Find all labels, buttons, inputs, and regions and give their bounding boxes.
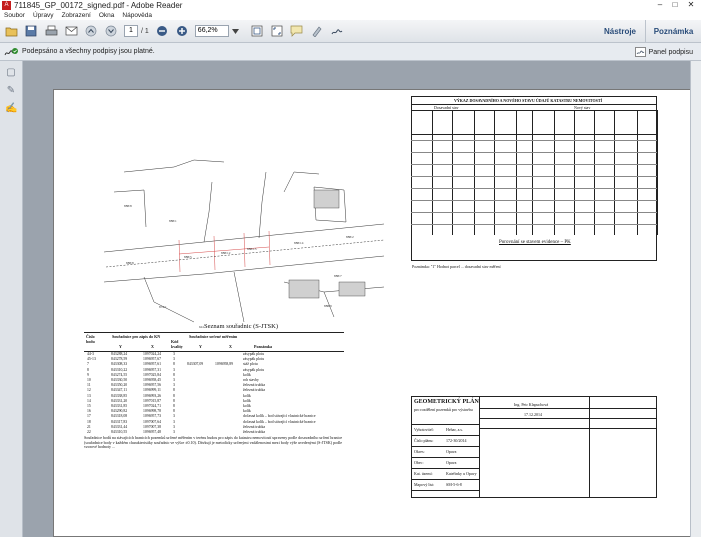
gp-subtitle: pro rozdělení pozemků pro výstavbu [414,407,473,412]
svg-text:888/2: 888/2 [346,235,354,239]
comments-tab[interactable]: Poznámka [645,20,701,43]
svg-text:888/1: 888/1 [169,219,177,223]
coordinate-footnote: Souřadnice bodů na stávajících hranicích… [84,435,343,450]
gp-stamp-name: Ing. Petr Klapuchová [514,402,549,407]
highlight-icon[interactable] [310,24,324,38]
coordinate-list-title: Seznam souřadnic (S-JTSK) [204,323,279,330]
gp-stamp-date: 17.12.2014 [524,412,542,417]
gp-row-value: 172-30/2014 [446,438,467,443]
fit-page-icon[interactable] [250,24,264,38]
signatures-panel-icon[interactable]: ✍ [5,103,17,115]
svg-text:888/14: 888/14 [294,241,304,245]
gp-row-label: Číslo plánu: [414,438,434,443]
cadastral-table-title: VÝKAZ DOSAVADNÍHO A NOVÉHO STAVU ÚDAJŮ K… [454,98,603,103]
menu-zobrazeni[interactable]: Zobrazení [62,12,91,19]
svg-text:888/12: 888/12 [221,251,231,255]
svg-text:888/8: 888/8 [126,261,134,265]
menu-napoveda[interactable]: Nápověda [122,12,152,19]
attachments-panel-icon[interactable]: ✎ [5,85,17,97]
print-icon[interactable] [44,24,58,38]
signature-panel-button[interactable]: Panel podpisu [634,46,693,58]
tools-tab[interactable]: Nástroje [600,20,640,43]
menu-soubor[interactable]: Soubor [4,12,25,19]
gp-row-value: Opava [446,460,457,465]
fullscreen-icon[interactable] [270,24,284,38]
gp-row-value: SM-5-6-8 [446,482,462,487]
page-number-input[interactable]: 1 [124,25,138,37]
adobe-reader-icon: A [2,0,11,10]
menu-upravy[interactable]: Úpravy [33,12,54,19]
minimize-button[interactable]: – [653,0,667,10]
gp-row-label: Vyhotovitel: [414,427,434,432]
window-title-bar: A 711845_GP_00172_signed.pdf - Adobe Rea… [0,0,701,10]
prev-page-icon[interactable] [84,24,98,38]
comment-icon[interactable] [290,24,304,38]
col-measured-header: Souřadnice určené měřením [189,334,238,339]
cadastral-table-frame [411,96,657,261]
svg-text:888/13: 888/13 [247,247,257,251]
email-icon[interactable] [64,24,78,38]
pages-panel-icon[interactable]: ▢ [5,67,17,79]
zoom-out-icon[interactable] [155,24,169,38]
col-number-header: Číslo bodu [86,334,95,344]
gp-row-label: Obec: [414,460,424,465]
close-button[interactable]: ✕ [684,0,698,10]
svg-text:888/8: 888/8 [124,204,132,208]
cadastral-map: 888/8 888/5 888/12 888/13 888/14 888/2 888/… [103,159,385,329]
navigation-sidebar: ▢ ✎ ✍ [0,61,23,537]
col-quality-header: Kód kvality [171,339,183,349]
svg-text:888/5: 888/5 [184,255,192,259]
signature-status-bar: Podepsáno a všechny podpisy jsou platné.… [0,43,701,61]
table-subheading: Porovnání se stavem evidence – PK [499,240,571,245]
col-kn-header: Souřadnice pro zápis do KN [112,334,161,339]
col-meas-y-header: Y [199,344,202,349]
pdf-page: 888/8 888/5 888/12 888/13 888/14 888/2 888/… [53,89,693,537]
main-toolbar: 1 / 1 66,2% [0,20,701,43]
col-note-header: Poznámka [254,344,272,349]
col-meas-x-header: X [229,344,232,349]
gp-row-value: Opava [446,449,457,454]
next-page-icon[interactable] [104,24,118,38]
svg-text:874/1: 874/1 [159,305,167,309]
gp-row-label: Mapový list: [414,482,435,487]
maximize-button[interactable]: □ [668,0,682,10]
menu-okna[interactable]: Okna [99,12,115,19]
col-y-header: Y [119,344,122,349]
svg-text:888/7: 888/7 [334,274,342,278]
page-total: / 1 [141,27,149,35]
chevron-down-icon[interactable] [232,24,240,38]
svg-text:888/9: 888/9 [324,304,332,308]
signature-ok-icon [4,46,18,58]
vertical-scrollbar[interactable] [690,61,701,537]
gp-row-label: Okres: [414,449,425,454]
gp-row-value: Hehar, a.s. [446,427,463,432]
table-note: Poznámka: "1" Hodnot parcel ... dosavadn… [412,264,501,269]
sign-icon[interactable] [330,24,344,38]
gp-row-label: Kat. území: [414,471,433,476]
window-title: 711845_GP_00172_signed.pdf - Adobe Reade… [14,0,183,10]
col-x-header: X [151,344,154,349]
zoom-in-icon[interactable] [175,24,189,38]
menu-bar: Soubor Úpravy Zobrazení Okna Nápověda [0,10,701,20]
signature-panel-label: Panel podpisu [648,48,693,56]
open-icon[interactable] [4,24,18,38]
zoom-select[interactable]: 66,2% [194,25,229,37]
save-icon[interactable] [24,24,38,38]
signature-status-text: Podepsáno a všechny podpisy jsou platné. [22,48,155,55]
gp-row-value: Kateřinky u Opavy [446,471,477,476]
coordinate-table: 44-3 843288,24 1097024,24 3 zásypák plotu 45-… [86,352,344,435]
gp-title: GEOMETRICKÝ PLÁN [414,399,479,405]
signature-panel-icon [634,47,646,57]
document-viewer: 888/8 888/5 888/12 888/13 888/14 888/2 888/… [23,61,701,537]
